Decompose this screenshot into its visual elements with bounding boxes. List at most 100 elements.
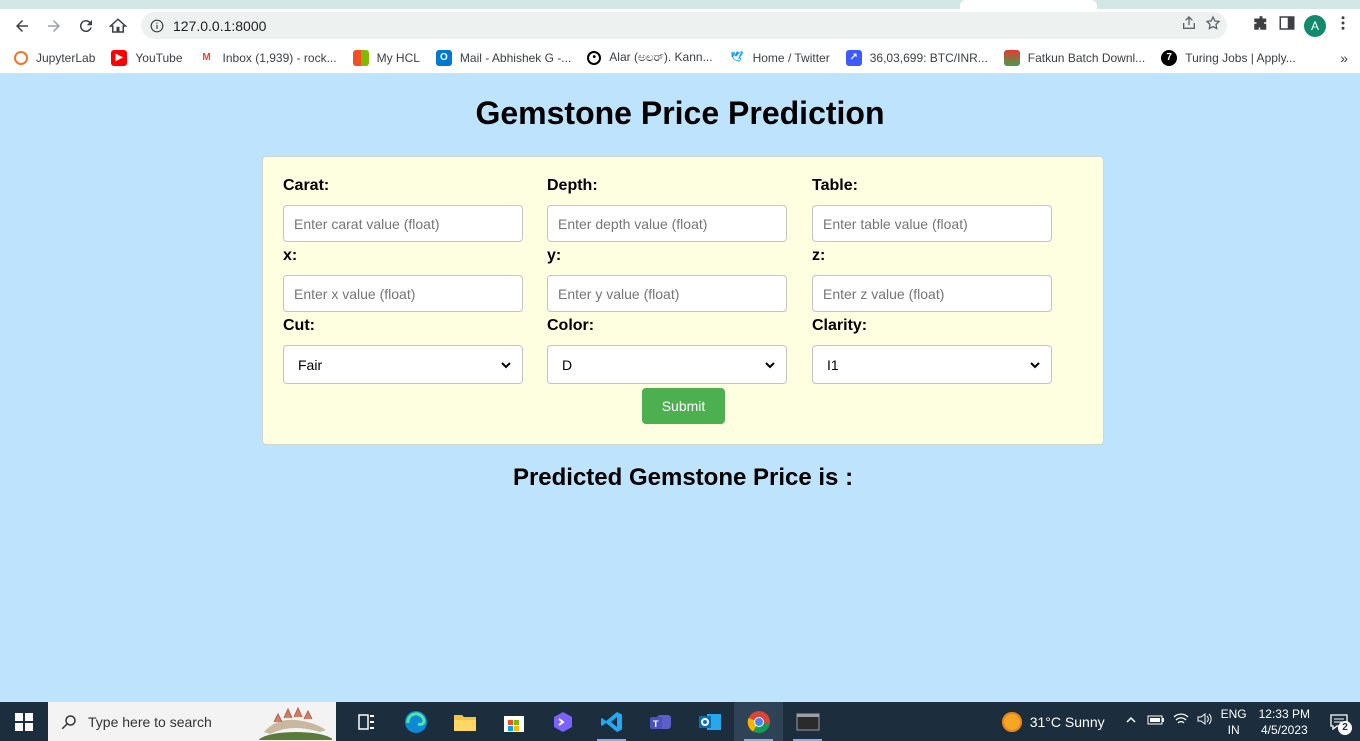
language-code: ENG	[1220, 706, 1247, 721]
bookmark-item[interactable]: 🕊 Home / Twitter	[729, 50, 830, 66]
menu-kebab-icon[interactable]	[1334, 14, 1352, 37]
outlook-icon: O	[435, 49, 452, 66]
x-label: x:	[283, 247, 298, 264]
cut-selected-value: Fair	[298, 356, 323, 373]
cut-field: Cut: Fair	[283, 317, 523, 384]
svg-text:T: T	[653, 719, 659, 729]
home-icon[interactable]	[102, 10, 134, 42]
input-language[interactable]: ENG IN	[1221, 706, 1247, 738]
battery-icon[interactable]	[1147, 713, 1165, 731]
carat-label: Carat:	[283, 177, 330, 194]
region-code: IN	[1227, 722, 1240, 737]
windows-taskbar: Type here to search T 31°C Sunny ENG IN …	[0, 702, 1360, 741]
depth-label: Depth:	[547, 177, 598, 194]
bookmark-item[interactable]: 7 Turing Jobs | Apply...	[1161, 49, 1296, 66]
color-field: Color: D	[547, 317, 787, 384]
search-placeholder: Type here to search	[88, 713, 212, 730]
weather-text: 31°C Sunny	[1029, 713, 1105, 730]
bookmark-item[interactable]: JupyterLab	[14, 50, 95, 65]
bookmark-item[interactable]: O Mail - Abhishek G -...	[435, 49, 571, 66]
z-field: z:	[812, 247, 1052, 312]
terminal-icon[interactable]	[783, 702, 832, 741]
chart-icon: ↗	[845, 49, 862, 66]
forward-icon[interactable]	[38, 10, 70, 42]
bookmark-item[interactable]: ▶ YouTube	[111, 49, 183, 66]
jupyter-icon	[14, 50, 28, 65]
notification-count-badge: 2	[1338, 720, 1352, 735]
clock[interactable]: 12:33 PM 4/5/2023	[1259, 706, 1310, 738]
carat-input[interactable]	[283, 205, 523, 242]
z-input[interactable]	[812, 275, 1052, 312]
site-info-icon[interactable]	[141, 19, 173, 33]
system-tray: 31°C Sunny ENG IN 12:33 PM 4/5/2023 2	[1001, 702, 1360, 741]
back-icon[interactable]	[6, 10, 38, 42]
carat-field: Carat:	[283, 177, 523, 242]
depth-field: Depth:	[547, 177, 787, 242]
clock-date: 4/5/2023	[1260, 722, 1308, 737]
table-label: Table:	[812, 177, 858, 194]
chrome-icon[interactable]	[734, 702, 783, 741]
wifi-icon[interactable]	[1173, 712, 1189, 731]
url-text[interactable]: 127.0.0.1:8000	[173, 18, 266, 34]
x-input[interactable]	[283, 275, 523, 312]
notifications-icon[interactable]: 2	[1324, 707, 1354, 737]
x-field: x:	[283, 247, 523, 312]
power-automate-icon[interactable]	[538, 702, 587, 741]
task-view-icon[interactable]	[342, 702, 391, 741]
bookmark-item[interactable]: M Inbox (1,939) - rock...	[199, 50, 336, 66]
browser-toolbar: 127.0.0.1:8000 A	[0, 9, 1360, 42]
share-icon[interactable]	[1181, 15, 1197, 36]
z-label: z:	[812, 247, 826, 264]
bookmark-item[interactable]: My HCL	[352, 49, 420, 66]
more-bookmarks-icon[interactable]: »	[1340, 50, 1348, 66]
windows-start-icon[interactable]	[0, 702, 48, 741]
address-bar[interactable]: 127.0.0.1:8000	[141, 12, 1227, 39]
vscode-icon[interactable]	[587, 702, 636, 741]
table-input[interactable]	[812, 205, 1052, 242]
profile-avatar[interactable]: A	[1304, 14, 1326, 37]
chevron-down-icon	[765, 361, 775, 368]
side-panel-icon[interactable]	[1278, 14, 1296, 37]
depth-input[interactable]	[547, 205, 787, 242]
chevron-down-icon	[1030, 361, 1040, 368]
cut-select[interactable]: Fair	[283, 345, 523, 384]
extensions-icon[interactable]	[1252, 14, 1270, 37]
search-icon	[61, 714, 76, 729]
bookmark-star-icon[interactable]	[1205, 15, 1221, 36]
stegosaurus-illustration-icon	[258, 706, 332, 740]
gmail-icon: M	[202, 52, 211, 63]
reload-icon[interactable]	[70, 10, 102, 42]
page-body: Gemstone Price Prediction Carat: Depth: …	[0, 75, 1360, 702]
active-tab[interactable]	[960, 0, 1097, 9]
taskbar-search-box[interactable]: Type here to search	[48, 702, 336, 741]
turing-icon: 7	[1161, 49, 1178, 66]
microsoft-store-icon[interactable]	[489, 702, 538, 741]
color-selected-value: D	[562, 356, 573, 373]
volume-icon[interactable]	[1197, 712, 1213, 731]
teams-icon[interactable]: T	[636, 702, 685, 741]
taskbar-apps: T	[342, 702, 832, 741]
bookmark-item[interactable]: • Alar (ಅಲರ್). Kann...	[587, 50, 713, 65]
weather-widget[interactable]: 31°C Sunny	[1001, 711, 1105, 732]
tab-strip	[0, 0, 1360, 9]
youtube-icon: ▶	[111, 49, 128, 66]
chevron-up-icon[interactable]	[1125, 713, 1137, 731]
windows-squares-icon	[352, 49, 369, 66]
sunny-weather-icon	[1001, 711, 1022, 732]
bookmark-item[interactable]: Fatkun Batch Downl...	[1003, 49, 1145, 66]
edge-browser-icon[interactable]	[391, 702, 440, 741]
y-input[interactable]	[547, 275, 787, 312]
file-explorer-icon[interactable]	[440, 702, 489, 741]
bookmark-item[interactable]: ↗ 36,03,699: BTC/INR...	[845, 49, 988, 66]
outlook-app-icon[interactable]	[685, 702, 734, 741]
clarity-select[interactable]: I1	[812, 345, 1052, 384]
clarity-field: Clarity: I1	[812, 317, 1052, 384]
submit-button[interactable]: Submit	[642, 388, 725, 424]
color-select[interactable]: D	[547, 345, 787, 384]
bookmarks-bar: JupyterLab ▶ YouTube M Inbox (1,939) - roc…	[0, 42, 1360, 74]
clock-time: 12:33 PM	[1258, 706, 1310, 721]
y-label: y:	[547, 247, 562, 264]
clarity-selected-value: I1	[827, 356, 839, 373]
cut-label: Cut:	[283, 317, 315, 334]
alar-icon: •	[587, 50, 602, 65]
